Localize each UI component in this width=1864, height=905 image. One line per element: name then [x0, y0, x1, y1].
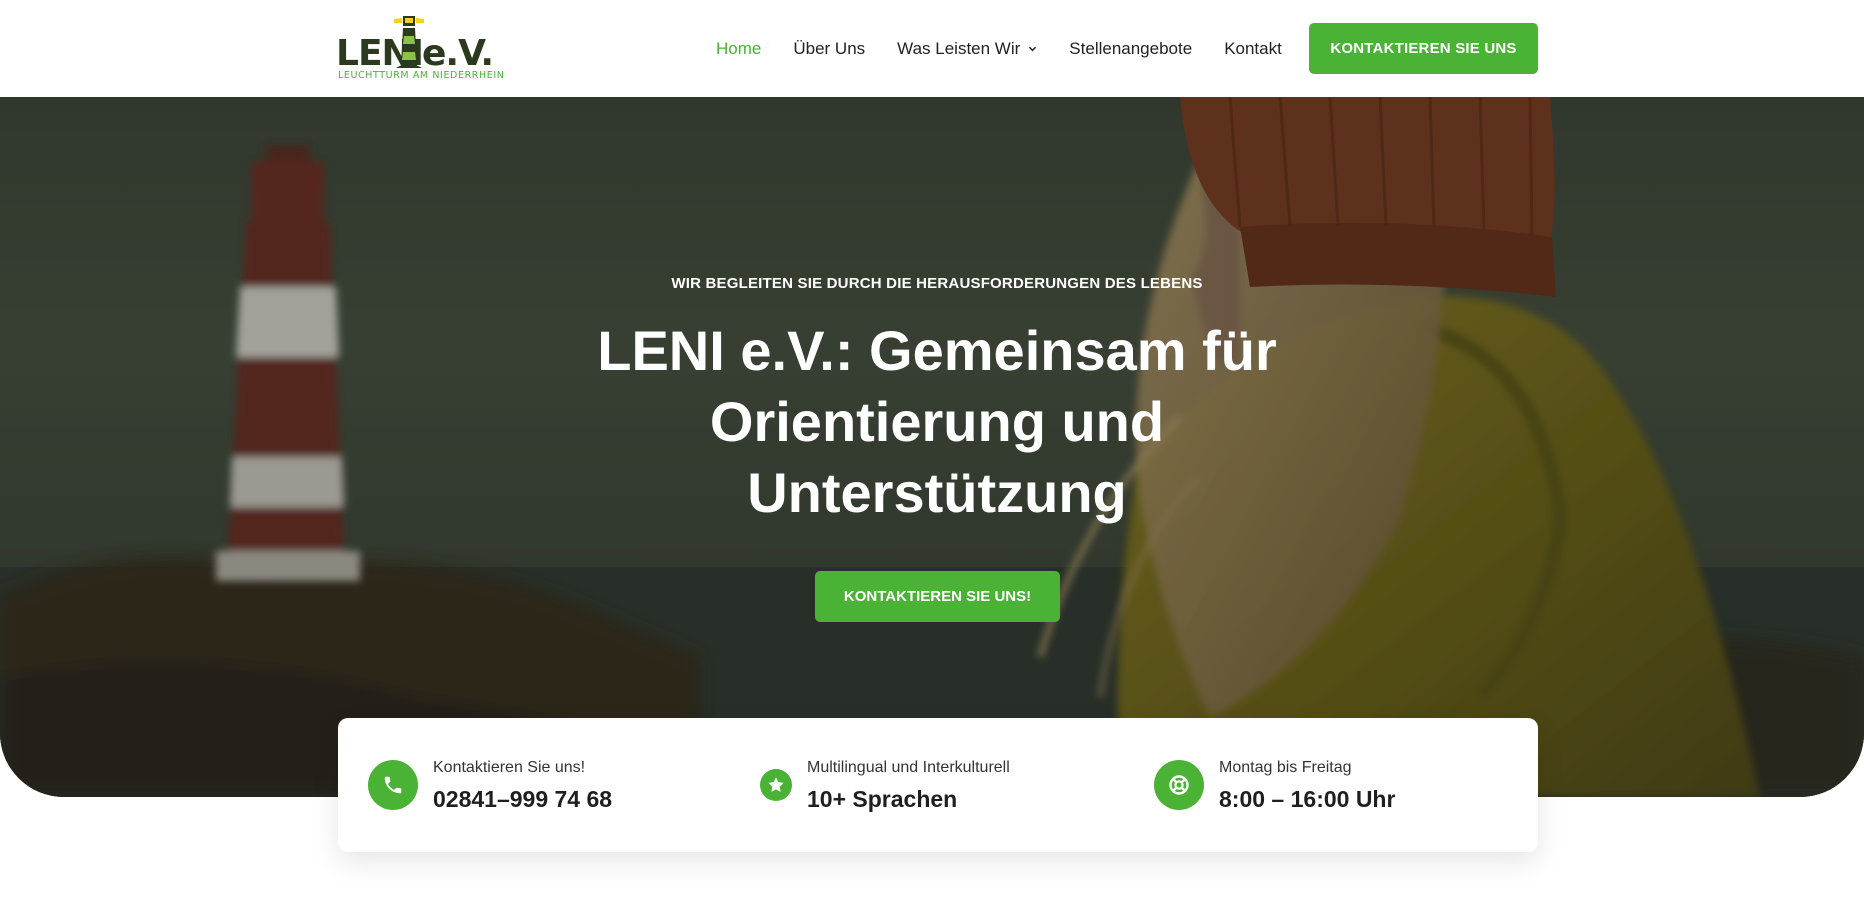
site-logo[interactable]: LENI e.V. LEUCHTTURM AM NIEDERRHEIN [336, 14, 504, 82]
nav-item-label: Über Uns [793, 38, 866, 58]
lifebuoy-icon [1154, 760, 1204, 810]
info-label: Kontaktieren Sie uns! [433, 759, 586, 776]
nav-item-was-leisten-wir[interactable]: Was Leisten Wir [897, 39, 1037, 59]
logo-word-ev: e.V. [422, 33, 494, 74]
header-contact-button[interactable]: KONTAKTIEREN SIE UNS [1309, 23, 1538, 74]
main-nav: Home Über Uns Was Leisten Wir Stellenang… [716, 0, 1314, 97]
star-icon [760, 769, 792, 801]
nav-item-label: Kontakt [1224, 38, 1282, 58]
phone-icon [368, 760, 418, 810]
nav-item-label: Home [716, 38, 762, 58]
hours-value: 8:00 – 16:00 Uhr [1219, 786, 1396, 812]
hero-title: LENI e.V.: Gemeinsam für Orientierung un… [597, 319, 1277, 524]
lighthouse-icon [394, 16, 424, 68]
info-item-phone[interactable]: Kontaktieren Sie uns! 02841–999 74 68 [368, 718, 612, 852]
site-header: LENI e.V. LEUCHTTURM AM NIEDERRHEIN Home… [0, 0, 1864, 97]
hero-eyebrow: WIR BEGLEITEN SIE DURCH DIE HERAUSFORDER… [671, 275, 1203, 292]
hero-section: WIR BEGLEITEN SIE DURCH DIE HERAUSFORDER… [0, 97, 1864, 797]
nav-item-kontakt[interactable]: Kontakt [1224, 39, 1282, 59]
info-item-hours: Montag bis Freitag 8:00 – 16:00 Uhr [1154, 718, 1395, 852]
phone-number: 02841–999 74 68 [433, 786, 613, 812]
info-label: Multilingual und Interkulturell [807, 759, 1010, 776]
info-card: Kontaktieren Sie uns! 02841–999 74 68 Mu… [338, 718, 1538, 852]
hero-contact-button[interactable]: KONTAKTIEREN SIE UNS! [815, 571, 1060, 622]
logo-tagline: LEUCHTTURM AM NIEDERRHEIN [338, 70, 505, 81]
info-label: Montag bis Freitag [1219, 759, 1352, 776]
nav-item-ueber-uns[interactable]: Über Uns [793, 39, 865, 59]
nav-item-home[interactable]: Home [716, 39, 761, 59]
languages-value: 10+ Sprachen [807, 786, 958, 812]
nav-item-label: Stellenangebote [1069, 38, 1193, 58]
nav-item-stellenangebote[interactable]: Stellenangebote [1069, 39, 1192, 59]
chevron-down-icon [1029, 46, 1037, 52]
info-item-languages: Multilingual und Interkulturell 10+ Spra… [760, 718, 1010, 852]
nav-item-label: Was Leisten Wir [897, 38, 1021, 58]
